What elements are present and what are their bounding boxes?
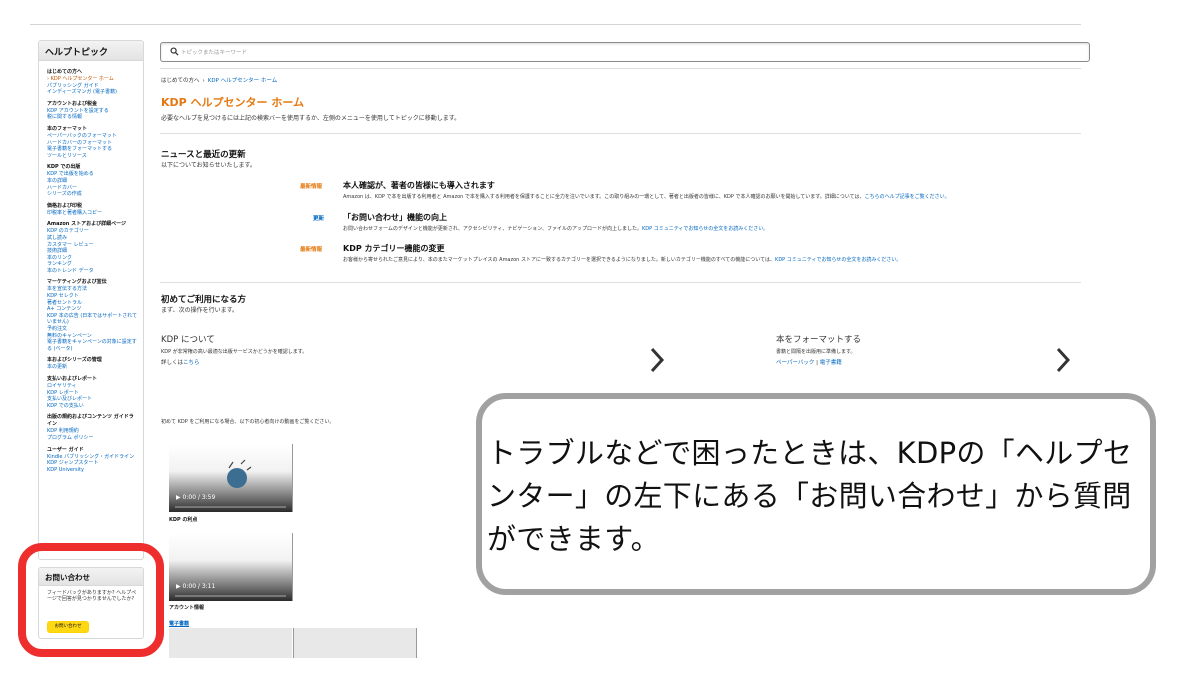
news-item-title: 本人確認が、著者の皆様にも導入されます: [343, 181, 495, 190]
breadcrumb-current[interactable]: KDP ヘルプセンター ホーム: [208, 78, 278, 84]
sidebar-item[interactable]: KDP セレクト: [47, 293, 138, 300]
card-link[interactable]: こちら: [183, 360, 200, 366]
sidebar-item[interactable]: › KDP ヘルプセンター ホーム: [47, 76, 138, 83]
card-link-row: ペーパーバック | 電子書籍: [776, 360, 842, 366]
breadcrumb-home[interactable]: はじめての方へ: [161, 78, 200, 84]
divider: [160, 282, 1081, 283]
sidebar-section-title: 出版の規約およびコンテンツ ガイドライン: [47, 414, 134, 428]
video-caption: アカウント情報: [169, 605, 205, 611]
video-time: 0:00 / 3:59: [182, 494, 216, 501]
video-caption: KDP の利点: [169, 517, 198, 523]
search-input[interactable]: [160, 42, 1090, 62]
news-title: ニュースと最近の更新: [161, 150, 246, 160]
sidebar-item[interactable]: 本の更新: [47, 364, 138, 371]
news-item-title: KDP カテゴリー機能の変更: [343, 244, 445, 253]
sidebar-item[interactable]: 本を宣伝する方法: [47, 286, 138, 293]
news-item-title: 「お問い合わせ」機能の向上: [343, 213, 447, 222]
getting-started-title: 初めてご利用になる方: [161, 295, 247, 305]
sidebar-section-title: ユーザー ガイド: [47, 446, 84, 453]
sidebar-item[interactable]: ロイヤリティ: [47, 383, 138, 390]
sidebar-item[interactable]: インディーズマンガ (電子書籍): [47, 89, 138, 96]
card-link[interactable]: ペーパーバック: [776, 360, 814, 366]
divider: [160, 133, 1081, 134]
sidebar-item[interactable]: KDP ジャンプスタート: [47, 460, 138, 467]
sidebar-item[interactable]: 電子書籍をキャンペーンの対象に設定する (ベータ): [47, 339, 138, 352]
news-item-text: お客様から寄せられたご意見により、本のまたマーケットプレイスの Amazon ス…: [343, 257, 902, 263]
news-item-text: Amazon は、KDP で本を出版する利用者と Amazon で本を購入する利…: [343, 194, 950, 200]
sidebar-item[interactable]: KDP University: [47, 467, 138, 474]
page-title: KDP ヘルプセンター ホーム: [161, 96, 305, 109]
video-progress-bar[interactable]: [175, 506, 286, 508]
sidebar-item[interactable]: ツールとリソース: [47, 153, 138, 160]
news-tag: 最新情報: [300, 184, 323, 190]
sidebar-item[interactable]: シリーズの作成: [47, 191, 138, 198]
page-description: 必要なヘルプを見つけるには上記の検索バーを使用するか、左側のメニューを使用してト…: [161, 115, 461, 122]
sidebar-section-title: アカウントおよび税金: [47, 100, 98, 107]
video-placeholder: [293, 628, 417, 658]
video-progress-bar[interactable]: [175, 595, 286, 597]
sidebar-item[interactable]: 技術詳細: [47, 248, 138, 255]
divider: [160, 68, 1081, 69]
sidebar-item[interactable]: 本のトレンド データ: [47, 268, 138, 275]
search-icon: [170, 47, 179, 56]
sidebar-item[interactable]: 予約注文: [47, 326, 138, 333]
sidebar-item[interactable]: KDP での支払い: [47, 403, 138, 410]
sidebar-item[interactable]: 試し読み: [47, 235, 138, 242]
sidebar-item[interactable]: KDP のカテゴリー: [47, 228, 138, 235]
chevron-right-icon[interactable]: [649, 347, 665, 373]
video-player[interactable]: ▶ 0:00 / 3:59: [169, 444, 293, 512]
callout-text: トラブルなどで困ったときは、KDPの「ヘルプセンター」の左下にある「お問い合わせ…: [487, 436, 1133, 556]
video-player[interactable]: ▶ 0:00 / 3:11: [169, 533, 293, 601]
video-placeholder: [169, 628, 292, 658]
news-tag: 最新情報: [300, 247, 323, 253]
sidebar-item[interactable]: 支払い及びレポート: [47, 396, 138, 403]
getting-started-subtitle: まず、次の操作を行います。: [161, 307, 238, 314]
card-link-row: 詳しくはこちら: [161, 360, 200, 366]
news-item-link[interactable]: KDP コミュニティでお知らせの全文をお読みください。: [775, 257, 901, 263]
card-link[interactable]: 電子書籍: [820, 360, 842, 366]
top-divider: [30, 24, 1081, 25]
card-title: 本をフォーマットする: [776, 335, 862, 345]
video-time: 0:00 / 3:11: [182, 583, 216, 590]
breadcrumb: はじめての方へ › KDP ヘルプセンター ホーム: [161, 78, 278, 84]
news-tag: 更新: [313, 216, 325, 222]
news-item-link[interactable]: KDP コミュニティでお知らせの全文をお読みください。: [642, 226, 768, 232]
news-item-text: お問い合わせフォームのデザインと機能が更新され、アクセシビリティ、ナビゲーション…: [343, 226, 769, 232]
sidebar-item[interactable]: KDP で出版を始める: [47, 171, 138, 178]
search-placeholder: トピックまたはキーワード: [181, 50, 248, 56]
news-item-link[interactable]: こちらのヘルプ記事をご覧ください。: [865, 194, 950, 200]
sidebar-item[interactable]: ペーパーバックのフォーマット: [47, 133, 138, 140]
card-description: KDP が非常権の高い最適な出版サービスかどうかを確認します。: [161, 349, 308, 355]
help-topics-sidebar: ヘルプトピック はじめての方へ › KDP ヘルプセンター ホーム パブリッシング …: [38, 40, 144, 560]
news-subtitle: 以下についてお知らせいたします。: [161, 162, 256, 169]
sidebar-item[interactable]: KDP 利用規約: [47, 428, 138, 435]
card-description: 書籍と間隔を出版用に準備します。: [776, 349, 856, 355]
sidebar-item[interactable]: 電子書籍をフォーマットする: [47, 146, 138, 153]
video-controls: ▶ 0:00 / 3:11: [176, 583, 216, 590]
sidebar-item[interactable]: A+ コンテンツ: [47, 306, 138, 313]
sidebar-section-title: 価格および印税: [47, 202, 83, 209]
sidebar-section-title: 本のフォーマット: [47, 125, 88, 132]
video-controls: ▶ 0:00 / 3:59: [176, 494, 216, 501]
sidebar-section-title: 支払いおよびレポート: [47, 376, 98, 382]
sidebar-section-title: はじめての方へ: [47, 69, 83, 75]
sidebar-item[interactable]: 税に関する情報: [47, 114, 138, 121]
sidebar-item[interactable]: プログラム ポリシー: [47, 435, 138, 442]
highlight-circle: [18, 543, 164, 657]
sidebar-item[interactable]: ランキング: [47, 261, 138, 268]
card-title: KDP について: [161, 335, 215, 345]
sidebar-item[interactable]: 本の詳細: [47, 178, 138, 185]
chevron-right-icon[interactable]: [1055, 347, 1071, 373]
sidebar-item[interactable]: KDP 本の広告 (日本ではサポートされていません): [47, 313, 138, 326]
sidebar-item[interactable]: 印税率と著者購入コピー: [47, 210, 138, 217]
sidebar-item[interactable]: 著者セントラル: [47, 300, 138, 307]
video-intro: 初めて KDP をご利用になる場合、以下の初心者向けの動画をご覧ください。: [161, 419, 335, 425]
sidebar-nav: はじめての方へ › KDP ヘルプセンター ホーム パブリッシング ガイド インディー…: [39, 61, 143, 473]
sidebar-title: ヘルプトピック: [39, 41, 143, 61]
ebook-caption[interactable]: 電子書籍: [169, 620, 189, 627]
video-thumbnail-icon: [227, 459, 252, 488]
